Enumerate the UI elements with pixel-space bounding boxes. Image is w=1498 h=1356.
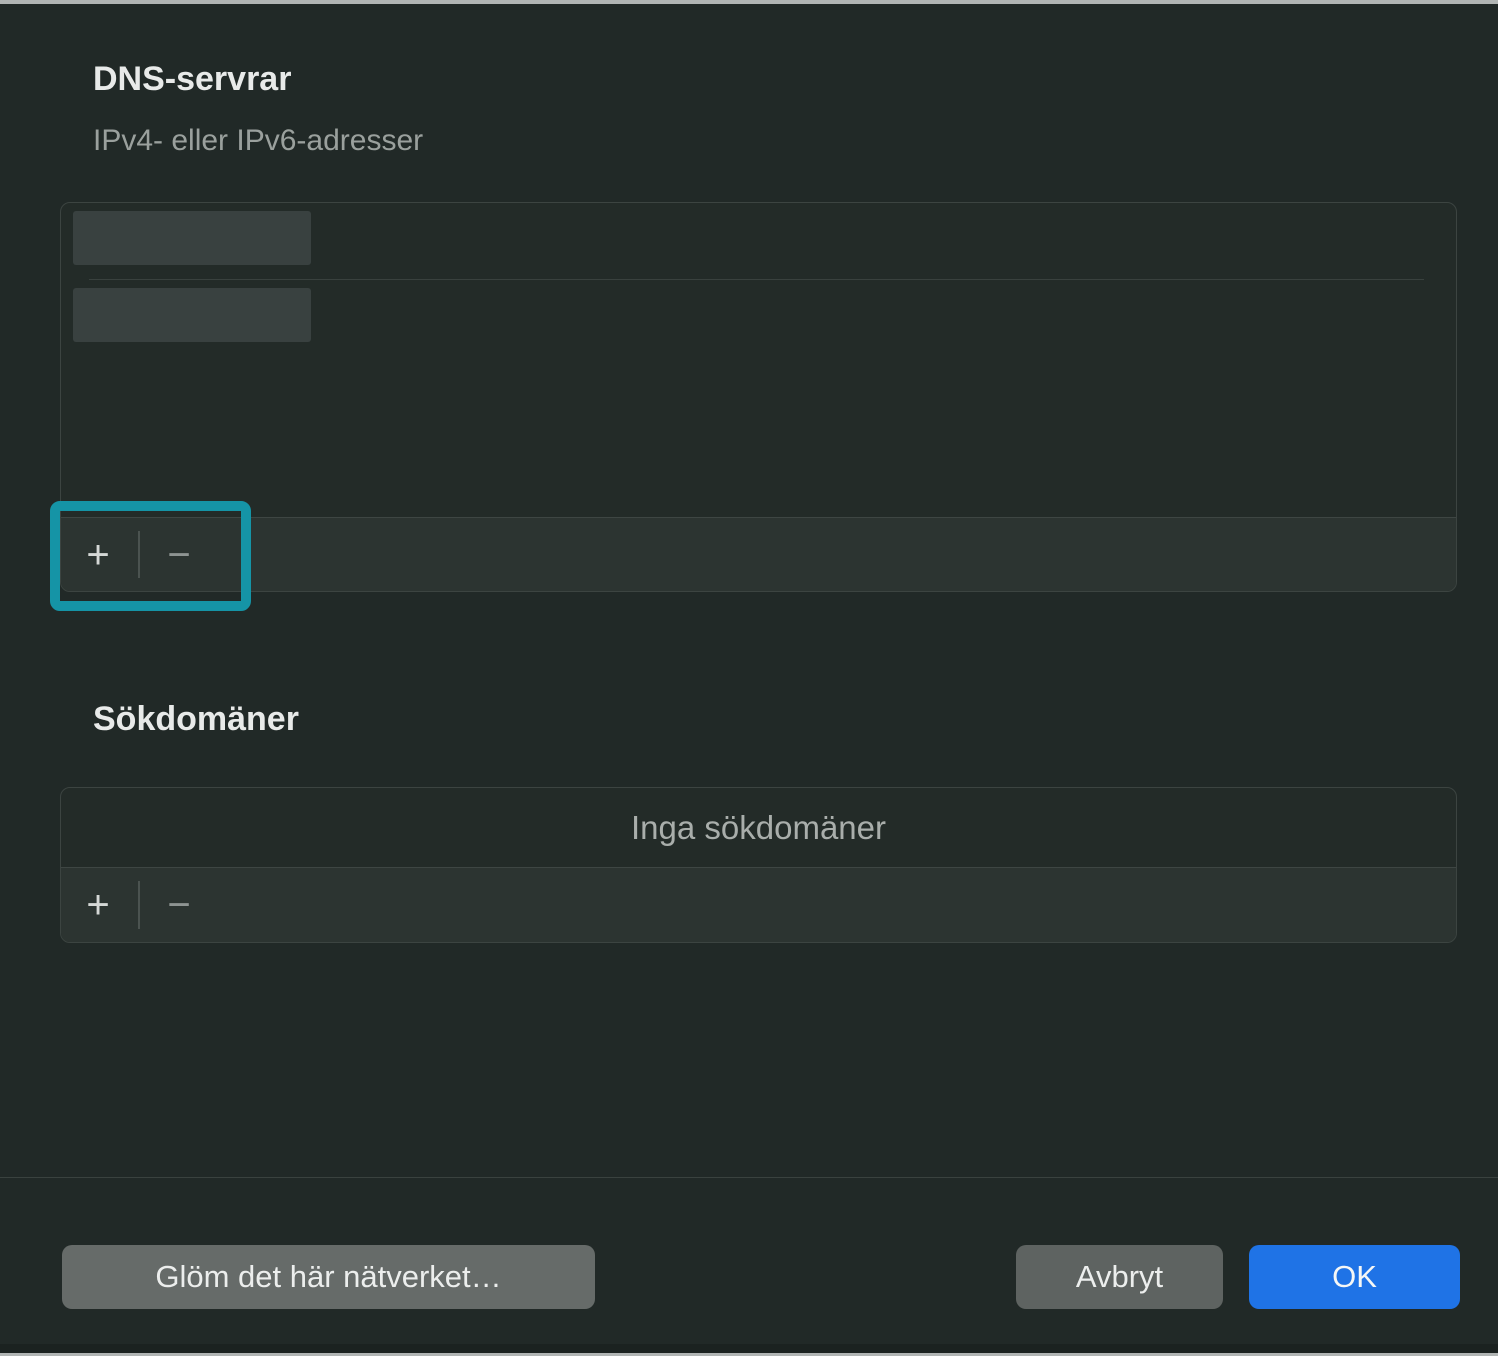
redacted-dns-address <box>73 288 311 342</box>
forget-network-button[interactable]: Glöm det här nätverket… <box>62 1245 595 1309</box>
no-search-domains-placeholder: Inga sökdomäner <box>61 788 1456 868</box>
toolbar-divider <box>138 881 140 929</box>
add-search-domain-button[interactable]: + <box>76 868 120 942</box>
search-domains-title: Sökdomäner <box>93 700 299 739</box>
dns-settings-dialog: DNS-servrar IPv4- eller IPv6-adresser + … <box>0 0 1498 1356</box>
cancel-button[interactable]: Avbryt <box>1016 1245 1223 1309</box>
search-domains-list: Inga sökdomäner + − <box>60 787 1457 943</box>
search-domains-toolbar: + − <box>61 867 1456 942</box>
dns-servers-list: + − <box>60 202 1457 592</box>
window-top-edge <box>0 0 1498 4</box>
remove-search-domain-button[interactable]: − <box>157 868 201 942</box>
dns-server-row[interactable] <box>61 280 1456 355</box>
highlight-annotation-box <box>50 501 251 611</box>
dns-servers-subtitle: IPv4- eller IPv6-adresser <box>93 124 423 158</box>
footer-separator <box>0 1177 1498 1178</box>
window-bottom-shade <box>0 1344 1498 1353</box>
dns-servers-title: DNS-servrar <box>93 60 291 99</box>
dns-server-row[interactable] <box>61 203 1456 278</box>
redacted-dns-address <box>73 211 311 265</box>
dns-list-toolbar: + − <box>61 517 1456 591</box>
ok-button[interactable]: OK <box>1249 1245 1460 1309</box>
